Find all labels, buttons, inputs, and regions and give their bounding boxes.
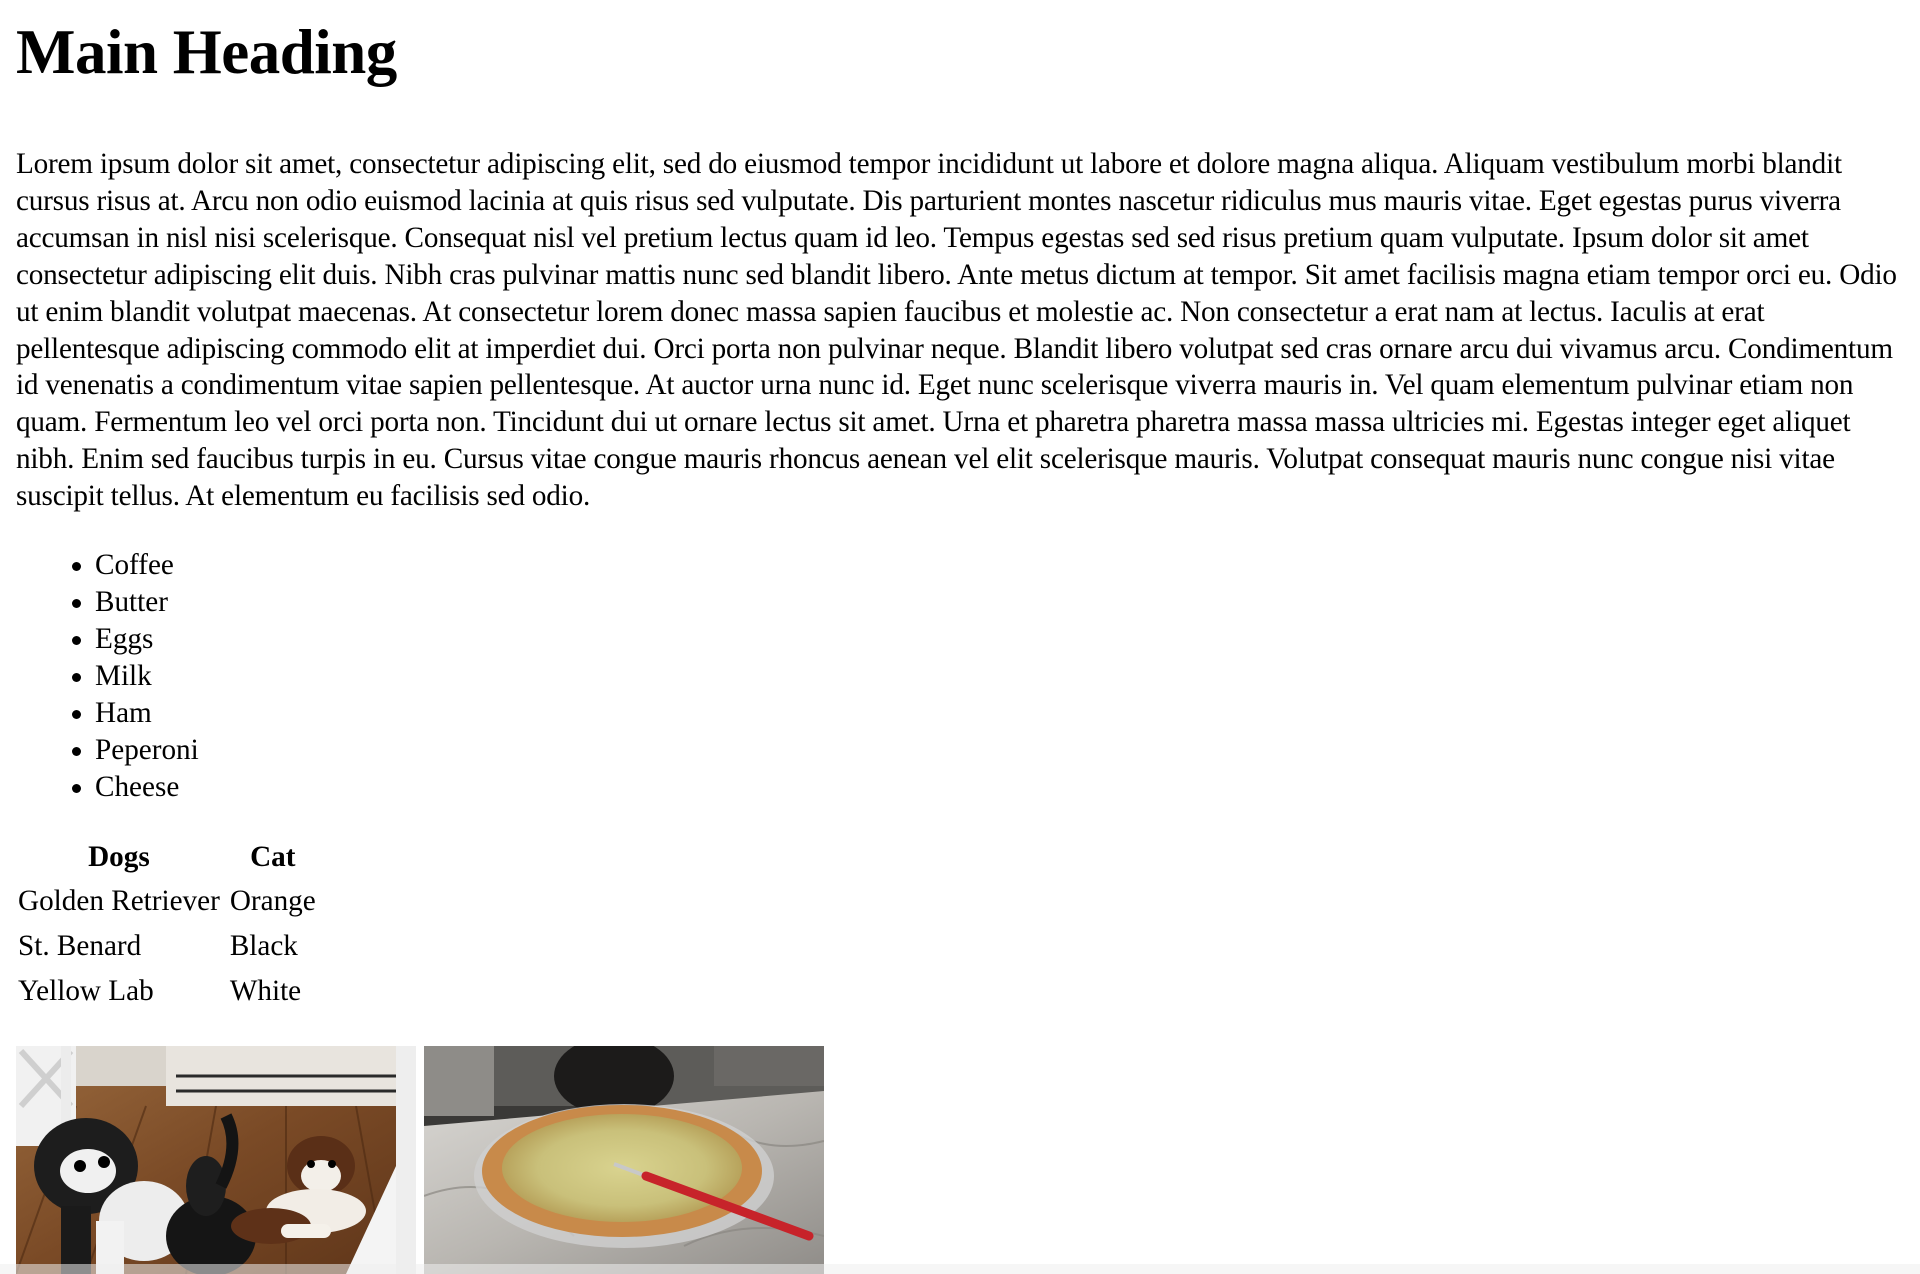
table-cell: Yellow Lab (18, 975, 154, 1008)
table-cell: Golden Retriever (18, 885, 220, 918)
column-header-dogs: Dogs (88, 840, 150, 873)
bullet-icon (72, 635, 81, 645)
list-item: Peperoni (72, 732, 1904, 769)
pie-photo (424, 1046, 824, 1274)
page-content: Main Heading Lorem ipsum dolor sit amet,… (16, 0, 1904, 1014)
table-cell: St. Benard (18, 930, 142, 963)
bullet-icon (72, 709, 81, 719)
table-cell: Orange (229, 885, 316, 918)
bullet-icon (72, 783, 81, 793)
grocery-list: Coffee Butter Eggs Milk Ham Peperoni Che… (16, 547, 1904, 805)
table-row: Golden Retriever Orange (16, 879, 318, 924)
pie-photo-icon (424, 1046, 824, 1274)
list-item: Eggs (72, 621, 1904, 658)
pets-table: Dogs Cat Golden Retriever Orange St. Ben… (10, 835, 324, 1014)
dogs-photo-icon (16, 1046, 416, 1274)
list-item: Ham (72, 695, 1904, 732)
main-heading: Main Heading (16, 17, 397, 87)
bullet-icon (72, 598, 81, 608)
table-row: St. Benard Black (16, 924, 318, 969)
table-cell: Black (229, 930, 298, 963)
bullet-icon (72, 672, 81, 682)
column-header-cat: Cat (250, 840, 296, 873)
bullet-icon (72, 746, 81, 756)
table-header-row: Dogs Cat (16, 835, 318, 879)
table-cell: White (229, 975, 302, 1008)
list-item: Cheese (72, 769, 1904, 806)
bullet-icon (72, 562, 81, 572)
list-item: Coffee (72, 547, 1904, 584)
table-row: Yellow Lab White (16, 969, 318, 1014)
list-item: Milk (72, 658, 1904, 695)
dogs-photo (16, 1046, 416, 1274)
lorem-paragraph: Lorem ipsum dolor sit amet, consectetur … (16, 148, 1897, 513)
list-item: Butter (72, 584, 1904, 621)
